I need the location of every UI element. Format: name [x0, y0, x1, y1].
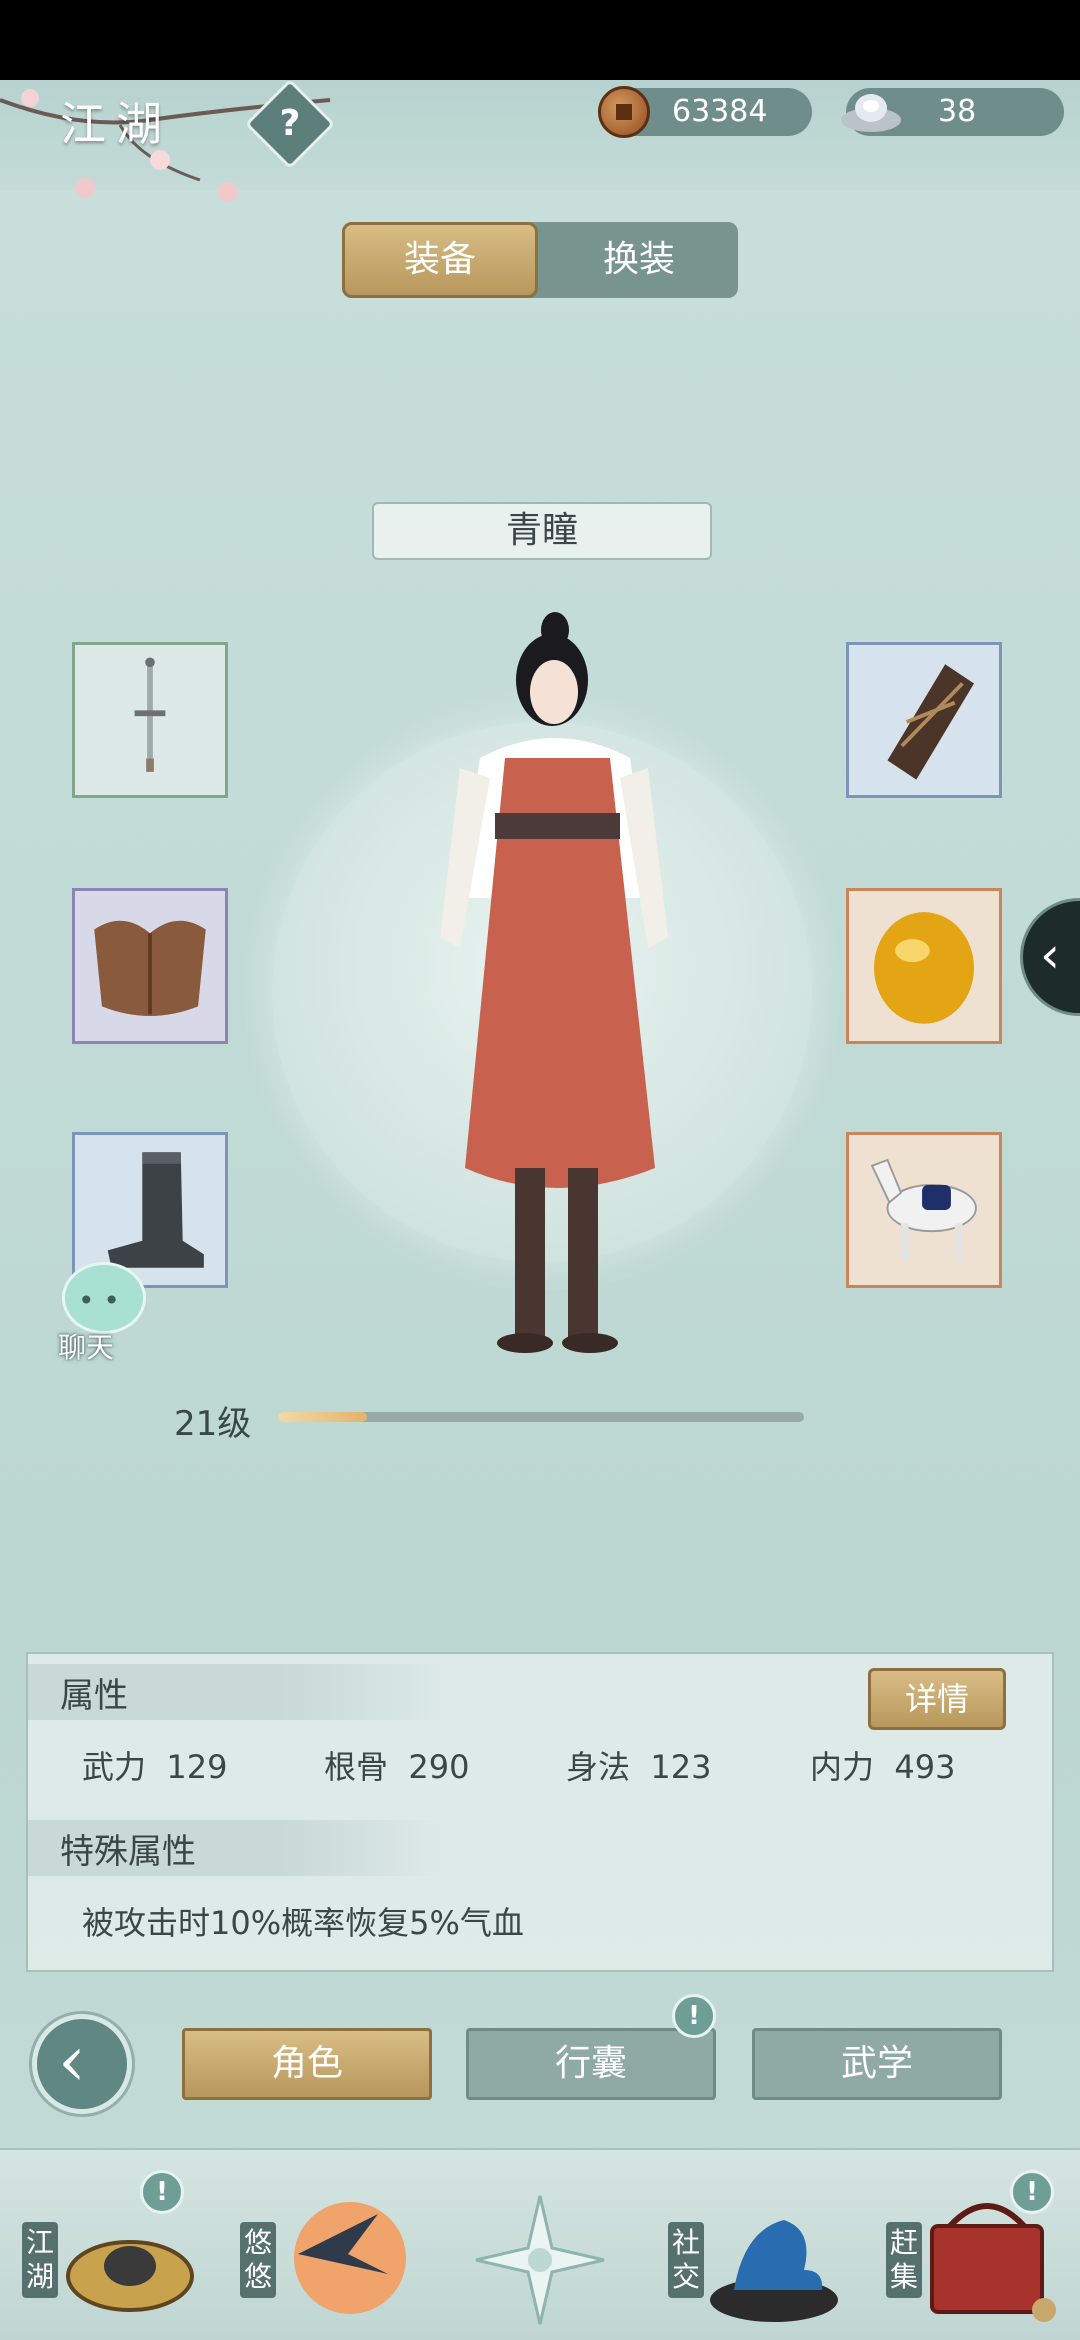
page-title: 江湖 [60, 97, 172, 151]
slot-accessory[interactable] [846, 888, 1002, 1044]
stat-gengu: 根骨 290 [324, 1742, 469, 1788]
stat-value: 493 [894, 1748, 956, 1786]
nav-martial-label[interactable]: 武学 [752, 2028, 1002, 2100]
leather-armor-icon [94, 920, 206, 1016]
stat-name: 根骨 [324, 1748, 389, 1786]
level-progress-fill [278, 1412, 368, 1422]
stat-neili: 内力 493 [810, 1742, 955, 1788]
stat-name: 身法 [566, 1748, 631, 1786]
back-arrow-icon[interactable]: ‹ [58, 2020, 86, 2102]
stat-name: 武力 [82, 1748, 147, 1786]
wave-bowl-icon[interactable] [704, 2200, 844, 2330]
chevron-left-icon[interactable]: ‹ [1040, 925, 1060, 985]
dock-shejiao-label[interactable]: 社交 [668, 2222, 704, 2298]
chat-label[interactable]: 聊天 [58, 1326, 114, 1366]
slot-weapon[interactable] [72, 642, 228, 798]
slot-armor[interactable] [72, 888, 228, 1044]
tab-equip[interactable]: 装备 [342, 222, 538, 298]
level-text: 21级 [174, 1404, 252, 1444]
nav-bag-label[interactable]: 行囊 [466, 2028, 716, 2100]
slot-bracer[interactable] [846, 642, 1002, 798]
slot-mount[interactable] [846, 1132, 1002, 1288]
ganji-alert-badge: ! [1010, 2170, 1054, 2214]
character-model [440, 612, 668, 1353]
dock-ganji-label[interactable]: 赶集 [886, 2222, 922, 2298]
question-icon[interactable]: ? [258, 92, 322, 156]
silver-ingot-icon [841, 94, 901, 132]
status-bar [0, 0, 1080, 80]
dock-jianghu-label[interactable]: 江湖 [22, 2222, 58, 2298]
sword-icon [134, 657, 166, 772]
stat-value: 290 [408, 1748, 470, 1786]
swallows-icon[interactable] [278, 2194, 408, 2324]
home-star-icon[interactable] [472, 2192, 608, 2328]
dock-youyou-label[interactable]: 悠悠 [240, 2222, 276, 2298]
bracer-icon [887, 664, 974, 780]
chat-face-icon[interactable]: • • [78, 1284, 120, 1317]
tab-outfit[interactable]: 换装 [540, 222, 738, 298]
stat-value: 123 [650, 1748, 712, 1786]
stat-name: 内力 [810, 1748, 875, 1786]
bag-alert-badge: ! [672, 1994, 716, 2038]
stat-wuli: 武力 129 [82, 1742, 227, 1788]
nav-role-label[interactable]: 角色 [182, 2028, 432, 2100]
character-name: 青瞳 [505, 510, 578, 551]
copper-coin-icon [598, 86, 650, 138]
stat-value: 129 [166, 1748, 228, 1786]
stat-shenfa: 身法 123 [566, 1742, 711, 1788]
straw-hat-icon[interactable] [60, 2200, 200, 2330]
silver-amount: 38 [938, 94, 977, 129]
details-button-label[interactable]: 详情 [868, 1668, 1006, 1730]
special-attributes-title: 特殊属性 [60, 1832, 196, 1872]
amber-gem-icon [874, 912, 974, 1024]
special-attribute-text: 被攻击时10%概率恢复5%气血 [82, 1904, 524, 1942]
white-horse-icon [870, 1158, 977, 1262]
copper-amount: 63384 [672, 94, 768, 129]
attributes-title: 属性 [60, 1676, 128, 1716]
jianghu-alert-badge: ! [140, 2170, 184, 2214]
